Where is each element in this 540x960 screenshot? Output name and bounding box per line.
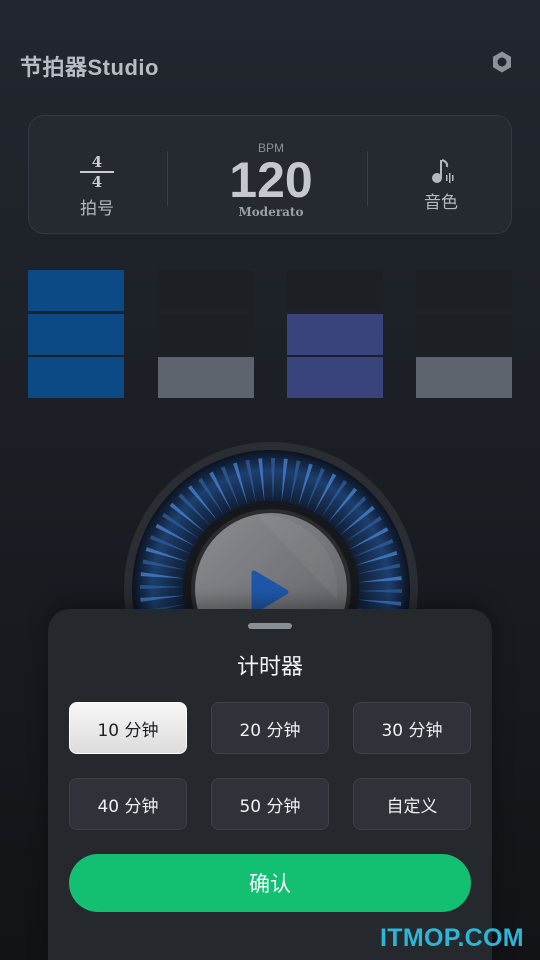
- bpm-display[interactable]: BPM 120 Moderato: [211, 116, 331, 235]
- sound-button[interactable]: 音色: [381, 116, 501, 235]
- beat-level-cell: [158, 314, 254, 355]
- time-signature-denominator: 4: [91, 173, 103, 191]
- timer-option-20[interactable]: 20 分钟: [211, 702, 329, 754]
- divider: [367, 151, 368, 206]
- beat-level-cell: [416, 314, 512, 355]
- app-title: 节拍器Studio: [20, 55, 159, 80]
- timer-bottom-sheet: 计时器 10 分钟 20 分钟 30 分钟 40 分钟 50 分钟 自定义 确认: [48, 609, 492, 960]
- beat-level-cell: [287, 270, 383, 311]
- sound-label: 音色: [424, 193, 458, 213]
- bpm-value: 120: [229, 152, 313, 208]
- beat-level-cell: [287, 314, 383, 355]
- confirm-button[interactable]: 确认: [69, 854, 471, 912]
- timer-option-10[interactable]: 10 分钟: [69, 702, 187, 754]
- music-note-icon: [432, 159, 454, 183]
- sheet-title: 计时器: [236, 655, 303, 680]
- beat-level-cell: [158, 357, 254, 398]
- beat-level-cell: [416, 270, 512, 311]
- time-signature-label: 拍号: [80, 199, 114, 219]
- time-signature-numerator: 4: [91, 153, 103, 171]
- beat-level-cell: [416, 357, 512, 398]
- timer-option-40[interactable]: 40 分钟: [69, 778, 187, 830]
- watermark: ITMOP.COM: [380, 924, 524, 952]
- beat-level-cell: [287, 357, 383, 398]
- meter-card: 4 4 拍号 BPM 120 Moderato 音色: [28, 115, 512, 234]
- divider: [167, 151, 168, 206]
- beat-level-cell: [158, 270, 254, 311]
- beat-level-cell: [28, 270, 124, 311]
- beat-level-cell: [28, 357, 124, 398]
- gear-icon[interactable]: [490, 50, 514, 74]
- sheet-drag-handle[interactable]: [248, 623, 292, 629]
- timer-option-50[interactable]: 50 分钟: [211, 778, 329, 830]
- time-signature-button[interactable]: 4 4 拍号: [37, 116, 157, 235]
- tempo-name: Moderato: [238, 205, 304, 219]
- play-icon[interactable]: [250, 570, 290, 614]
- beat-accent-grid: [28, 270, 512, 400]
- timer-option-30[interactable]: 30 分钟: [353, 702, 471, 754]
- timer-option-custom[interactable]: 自定义: [353, 778, 471, 830]
- beat-level-cell: [28, 314, 124, 355]
